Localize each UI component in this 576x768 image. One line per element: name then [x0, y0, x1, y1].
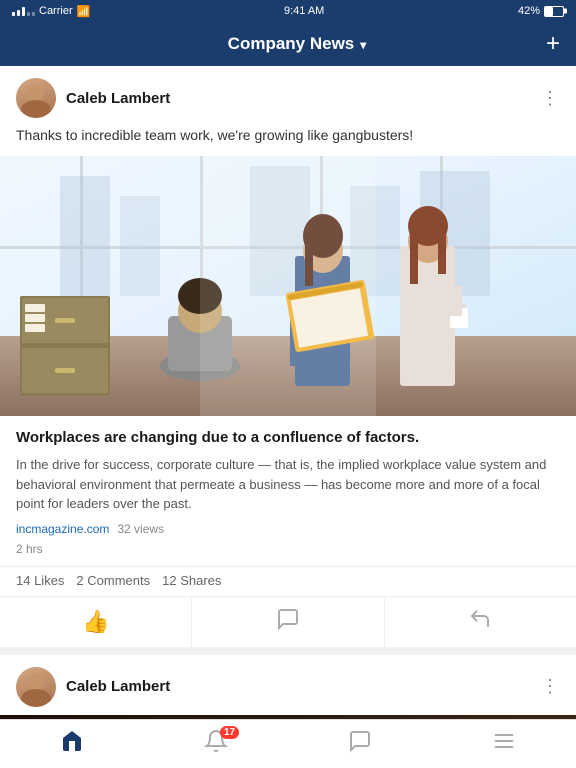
nav-title-text: Company News [228, 34, 355, 54]
avatar-2 [16, 667, 56, 707]
article-time-1: 2 hrs [0, 540, 576, 566]
avatar-1 [16, 78, 56, 118]
engagement-bar-1: 14 Likes 2 Comments 12 Shares [0, 566, 576, 596]
share-icon [468, 607, 492, 637]
wifi-icon: 📶 [77, 5, 91, 18]
tab-messages[interactable] [288, 720, 432, 768]
chat-icon [348, 729, 372, 759]
signal-icon [12, 7, 35, 16]
status-bar: Carrier 📶 9:41 AM 42% [0, 0, 576, 22]
tab-notifications[interactable]: 17 [144, 720, 288, 768]
carrier-label: Carrier [39, 5, 73, 17]
post-header-2: Caleb Lambert ⋮ [0, 655, 576, 715]
post-header-1: Caleb Lambert ⋮ [0, 66, 576, 126]
status-left: Carrier 📶 [12, 5, 90, 18]
article-meta-1: incmagazine.com 32 views [0, 522, 576, 540]
more-options-button-2[interactable]: ⋮ [541, 676, 560, 697]
battery-percent: 42% [518, 5, 540, 17]
tab-menu[interactable] [432, 720, 576, 768]
content-area: Caleb Lambert ⋮ Thanks to incredible tea… [0, 66, 576, 719]
post-author-1: Caleb Lambert [16, 78, 170, 118]
author-name-2: Caleb Lambert [66, 678, 170, 695]
like-button[interactable]: 👍 [0, 597, 192, 647]
article-views-1: 32 views [117, 522, 164, 536]
home-icon [60, 729, 84, 759]
post-text-1: Thanks to incredible team work, we're gr… [0, 126, 576, 156]
post-card-1: Caleb Lambert ⋮ Thanks to incredible tea… [0, 66, 576, 647]
menu-icon [492, 729, 516, 759]
engagement-counts-1: 14 Likes 2 Comments 12 Shares [16, 573, 560, 588]
tab-bar: 17 [0, 719, 576, 768]
share-count: 12 Shares [162, 573, 221, 588]
thumbs-up-icon: 👍 [82, 609, 109, 635]
article-title-1: Workplaces are changing due to a conflue… [0, 416, 576, 456]
comment-button[interactable] [192, 597, 384, 647]
article-source-1[interactable]: incmagazine.com [16, 522, 109, 536]
share-button[interactable] [385, 597, 576, 647]
notification-badge: 17 [220, 726, 239, 739]
nav-title[interactable]: Company News ▾ [228, 34, 367, 54]
status-time: 9:41 AM [284, 5, 324, 17]
comment-count: 2 Comments [76, 573, 150, 588]
chevron-down-icon: ▾ [360, 38, 366, 52]
more-options-button-1[interactable]: ⋮ [541, 88, 560, 109]
like-count: 14 Likes [16, 573, 64, 588]
post-author-2: Caleb Lambert [16, 667, 170, 707]
add-post-button[interactable]: + [546, 32, 560, 56]
nav-bar: Company News ▾ + [0, 22, 576, 66]
comment-icon [276, 607, 300, 637]
tab-home[interactable] [0, 720, 144, 768]
author-name-1: Caleb Lambert [66, 90, 170, 107]
post-card-2: Caleb Lambert ⋮ [0, 655, 576, 719]
article-body-1: In the drive for success, corporate cult… [0, 455, 576, 522]
battery-icon [544, 6, 564, 17]
action-buttons-1: 👍 [0, 596, 576, 647]
post-image-1 [0, 156, 576, 416]
status-right: 42% [518, 5, 564, 17]
